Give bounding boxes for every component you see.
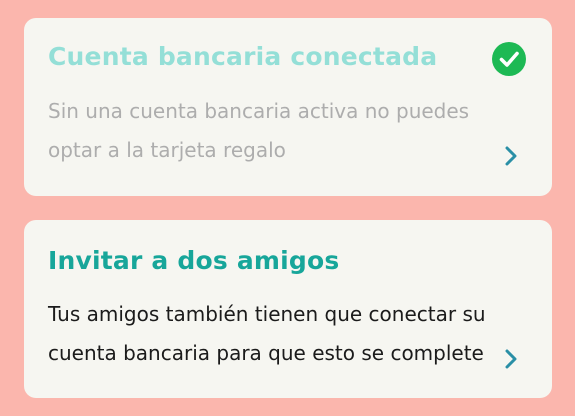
chevron-right-icon[interactable] bbox=[501, 144, 521, 168]
chevron-right-icon[interactable] bbox=[501, 347, 521, 371]
invite-friends-task-description: Tus amigos también tienen que conectar s… bbox=[48, 302, 486, 365]
bank-account-task-card[interactable]: Cuenta bancaria conectada Sin una cuenta… bbox=[24, 18, 552, 196]
invite-friends-task-title: Invitar a dos amigos bbox=[48, 246, 340, 275]
invite-friends-task-card[interactable]: Invitar a dos amigos Tus amigos también … bbox=[24, 220, 552, 398]
check-circle-icon bbox=[492, 42, 526, 76]
bank-account-task-description: Sin una cuenta bancaria activa no puedes… bbox=[48, 99, 470, 162]
bank-account-task-title: Cuenta bancaria conectada bbox=[48, 42, 438, 71]
